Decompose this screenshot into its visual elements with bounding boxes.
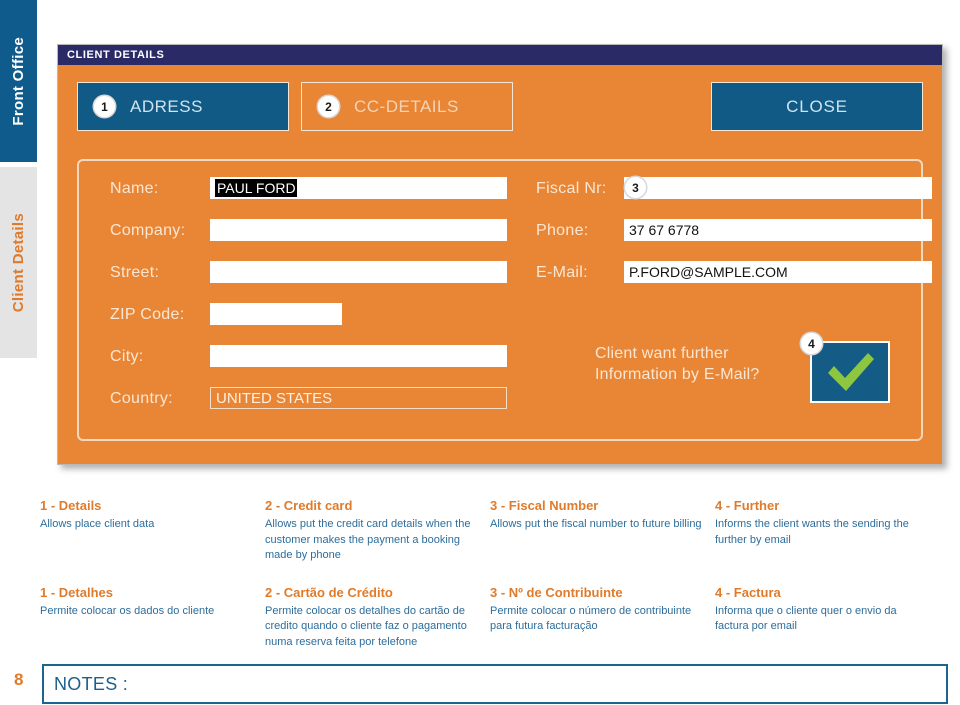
legend-row-portuguese: 1 - Detalhes Permite colocar os dados do… (40, 585, 940, 651)
window-tab-row: 1 ADRESS 2 CC-DETAILS CLOSE (58, 65, 942, 139)
legend-item-2-pt: 2 - Cartão de Crédito Permite colocar os… (265, 585, 490, 651)
legend-body: Allows put the credit card details when … (265, 518, 471, 561)
email-input[interactable]: P.FORD@SAMPLE.COM (624, 261, 932, 283)
label-phone: Phone: (536, 222, 589, 239)
legend-heading: 4 - Further (715, 498, 780, 513)
label-fiscal-nr: Fiscal Nr: (536, 180, 607, 197)
tab-cc-details[interactable]: 2 CC-DETAILS (301, 82, 513, 131)
window-title: CLIENT DETAILS (67, 49, 165, 61)
legend-item-3-en: 3 - Fiscal Number Allows put the fiscal … (490, 498, 715, 564)
legend-heading: 2 - Credit card (265, 498, 353, 513)
legend-item-3-pt: 3 - Nº de Contribuinte Permite colocar o… (490, 585, 715, 651)
label-street: Street: (110, 264, 160, 281)
name-input-value: PAUL FORD (215, 179, 297, 197)
page-number: 8 (14, 670, 24, 689)
zip-code-input[interactable] (210, 303, 342, 325)
legend-item-2-en: 2 - Credit card Allows put the credit ca… (265, 498, 490, 564)
tab-adress-label: ADRESS (130, 96, 203, 116)
legend-body: Informa que o cliente quer o envio da fa… (715, 604, 897, 633)
callout-badge-2: 2 (318, 96, 339, 117)
legend-heading: 1 - Detalhes (40, 584, 113, 600)
label-city: City: (110, 348, 144, 365)
client-details-window: CLIENT DETAILS 1 ADRESS 2 CC-DETAILS CLO… (57, 44, 943, 465)
phone-input[interactable]: 37 67 6778 (624, 219, 932, 241)
legend-body: Allows place client data (40, 518, 155, 530)
legend-item-1-pt: 1 - Detalhes Permite colocar os dados do… (40, 585, 265, 651)
legend-body: Permite colocar o número de contribuinte… (490, 604, 692, 633)
label-company: Company: (110, 222, 186, 239)
legend-heading: 1 - Details (40, 498, 102, 513)
name-input[interactable]: PAUL FORD (210, 177, 507, 199)
notes-field[interactable]: NOTES : (42, 664, 948, 704)
window-titlebar: CLIENT DETAILS (58, 45, 942, 65)
label-email: E-Mail: (536, 264, 588, 281)
label-country: Country: (110, 390, 173, 407)
side-tab-strip: Front Office Client Details (0, 0, 37, 360)
callout-badge-3: 3 (625, 177, 646, 198)
legend-block: 1 - Details Allows place client data 2 -… (40, 498, 940, 650)
legend-heading: 3 - Nº de Contribuinte (490, 584, 623, 600)
country-combobox[interactable]: UNITED STATES (210, 387, 507, 409)
notes-label: NOTES : (54, 673, 129, 694)
sidebar-item-front-office[interactable]: Front Office (0, 0, 37, 162)
legend-item-4-pt: 4 - Factura Informa que o cliente quer o… (715, 585, 940, 651)
label-name: Name: (110, 180, 159, 197)
client-form-panel: Name: Company: Street: ZIP Code: City: C… (77, 159, 932, 441)
legend-row-english: 1 - Details Allows place client data 2 -… (40, 498, 940, 564)
callout-badge-4: 4 (801, 333, 822, 354)
sidebar-item-label: Client Details (10, 212, 27, 313)
close-button-label: CLOSE (786, 96, 848, 116)
legend-item-4-en: 4 - Further Informs the client wants the… (715, 498, 940, 564)
legend-body: Allows put the fiscal number to future b… (490, 518, 702, 530)
tab-cc-details-label: CC-DETAILS (354, 96, 459, 116)
callout-badge-1: 1 (94, 96, 115, 117)
email-consent-question: Client want further Information by E-Mai… (595, 343, 759, 385)
close-button[interactable]: CLOSE (711, 82, 923, 131)
email-consent-checkbox[interactable] (810, 341, 890, 403)
fiscal-nr-input[interactable] (624, 177, 932, 199)
tab-adress[interactable]: 1 ADRESS (77, 82, 289, 131)
legend-body: Informs the client wants the sending the… (715, 518, 909, 546)
legend-heading: 2 - Cartão de Crédito (265, 584, 393, 600)
sidebar-item-client-details[interactable]: Client Details (0, 167, 37, 358)
company-input[interactable] (210, 219, 507, 241)
sidebar-item-label: Front Office (10, 36, 27, 126)
email-consent-question-line2: Information by E-Mail? (595, 366, 760, 383)
legend-body: Permite colocar os dados do cliente (40, 604, 215, 617)
street-input[interactable] (210, 261, 507, 283)
legend-item-1-en: 1 - Details Allows place client data (40, 498, 265, 564)
email-consent-question-line1: Client want further (595, 345, 729, 362)
checkmark-icon (828, 353, 874, 391)
legend-heading: 3 - Fiscal Number (490, 498, 599, 513)
city-input[interactable] (210, 345, 507, 367)
legend-heading: 4 - Factura (715, 584, 781, 600)
legend-body: Permite colocar os detalhes do cartão de… (265, 604, 467, 648)
label-zip-code: ZIP Code: (110, 306, 185, 323)
